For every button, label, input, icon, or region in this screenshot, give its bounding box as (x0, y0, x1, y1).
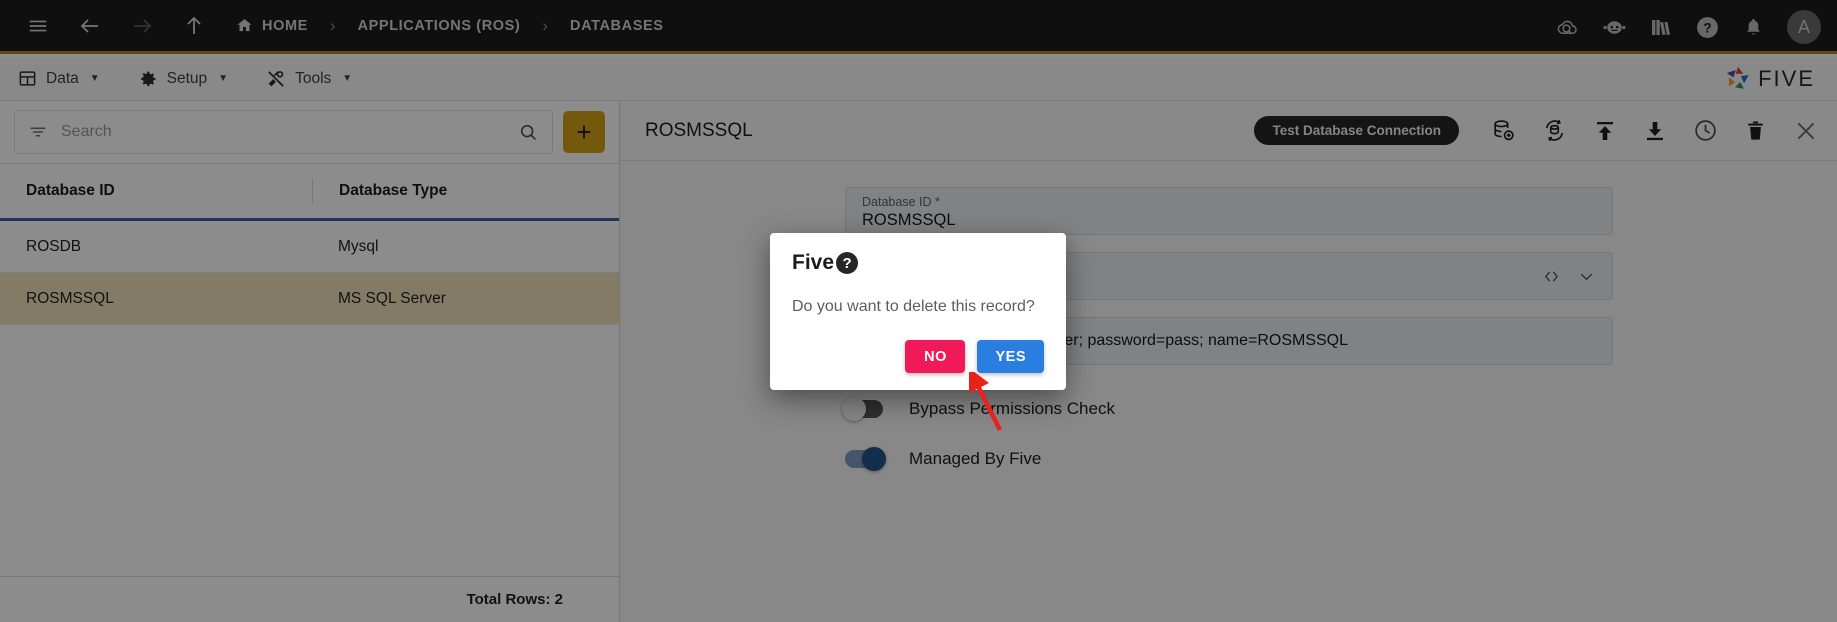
dialog-message: Do you want to delete this record? (792, 298, 1035, 315)
dialog-title: Five (792, 251, 835, 274)
question-mark-icon: ? (836, 252, 859, 274)
red-pointer-arrow (968, 372, 1003, 432)
confirm-delete-dialog: Five ? Do you want to delete this record… (770, 233, 1066, 390)
dialog-title-row: Five ? (792, 251, 1044, 275)
dialog-actions: NO YES (905, 340, 1044, 373)
yes-button[interactable]: YES (977, 340, 1044, 373)
no-button[interactable]: NO (905, 340, 966, 373)
app-root: HOME › APPLICATIONS (ROS) › DATABASES ? … (0, 0, 1837, 622)
